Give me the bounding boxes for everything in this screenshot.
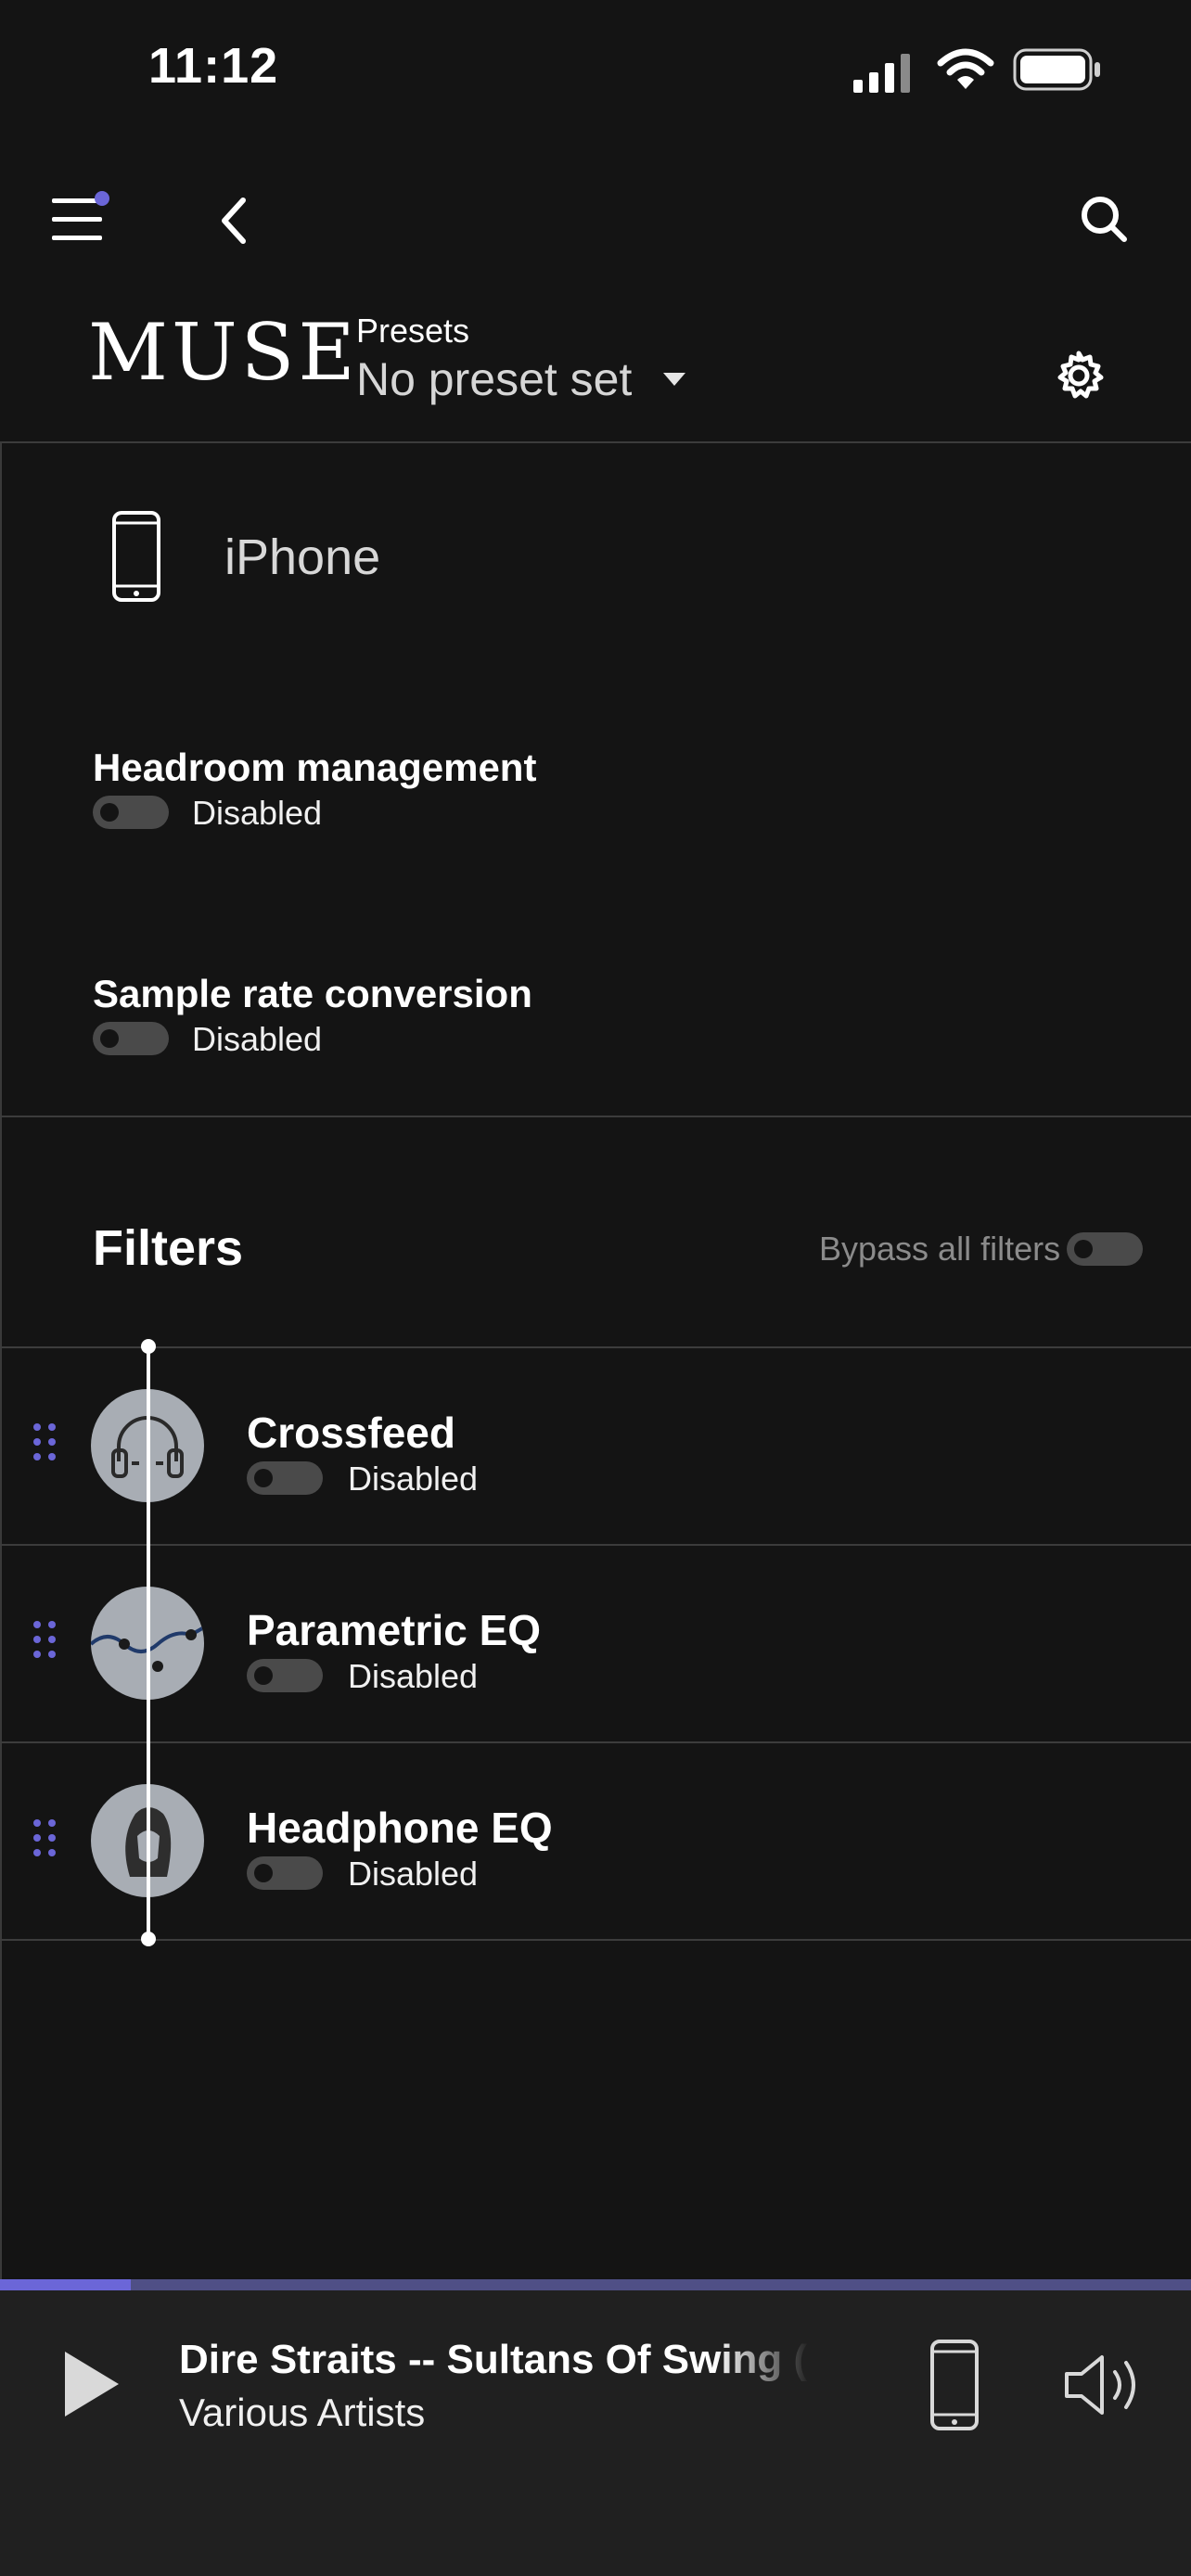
sample-rate-conversion-title: Sample rate conversion — [93, 972, 532, 1015]
wifi-icon — [937, 48, 994, 89]
playback-progress-track[interactable] — [0, 2279, 1191, 2290]
preset-dropdown[interactable]: No preset set — [356, 352, 686, 406]
content-left-border — [0, 441, 2, 2290]
parametric-eq-drag-handle-icon[interactable] — [33, 1621, 61, 1662]
headroom-management-title: Headroom management — [93, 746, 537, 789]
volume-icon[interactable] — [1063, 2352, 1150, 2418]
crossfeed-state: Disabled — [348, 1460, 479, 1498]
bypass-all-filters-label: Bypass all filters — [819, 1230, 1061, 1268]
bypass-all-filters-toggle[interactable] — [1067, 1232, 1143, 1266]
crossfeed-title: Crossfeed — [247, 1409, 455, 1457]
back-icon[interactable] — [215, 195, 252, 247]
settings-gear-icon[interactable] — [1052, 349, 1106, 402]
track-artist: Various Artists — [179, 2391, 426, 2434]
output-device-phone-icon[interactable] — [929, 2339, 980, 2431]
filters-divider — [0, 1346, 1191, 1348]
headphone-eq-drag-handle-icon[interactable] — [33, 1819, 61, 1860]
playback-progress-fill — [0, 2279, 132, 2290]
status-time: 11:12 — [148, 38, 279, 94]
parametric-eq-toggle[interactable] — [247, 1659, 323, 1692]
track-title[interactable]: Dire Straits -- Sultans Of Swing (O — [179, 2337, 810, 2383]
parametric-eq-title: Parametric EQ — [247, 1606, 542, 1654]
play-icon[interactable] — [61, 2348, 122, 2420]
header-divider — [0, 441, 1191, 443]
headphone-eq-state: Disabled — [348, 1855, 479, 1893]
signal-chain-start-dot — [141, 1339, 156, 1354]
filter-row-divider — [0, 1939, 1191, 1941]
cellular-signal-icon — [853, 54, 910, 93]
phone-device-icon — [112, 511, 160, 602]
settings-divider — [0, 1116, 1191, 1117]
headroom-management-toggle[interactable] — [93, 796, 169, 829]
signal-chain-end-dot — [141, 1932, 156, 1946]
signal-chain-line — [147, 1346, 150, 1938]
crossfeed-drag-handle-icon[interactable] — [33, 1423, 61, 1464]
headphone-eq-toggle[interactable] — [247, 1856, 323, 1890]
headroom-management-state: Disabled — [192, 794, 323, 832]
filter-row-divider — [0, 1544, 1191, 1546]
battery-icon — [1013, 48, 1100, 91]
presets-label: Presets — [356, 312, 470, 350]
sample-rate-conversion-state: Disabled — [192, 1020, 323, 1058]
filters-title: Filters — [93, 1220, 244, 1276]
device-name: iPhone — [224, 529, 381, 585]
headphone-eq-title: Headphone EQ — [247, 1804, 553, 1852]
filter-row-divider — [0, 1741, 1191, 1743]
crossfeed-toggle[interactable] — [247, 1461, 323, 1495]
search-icon[interactable] — [1078, 193, 1130, 245]
menu-icon[interactable] — [50, 191, 113, 245]
sample-rate-conversion-toggle[interactable] — [93, 1022, 169, 1055]
dropdown-caret-icon — [663, 373, 686, 386]
muse-logo: MUSE — [88, 307, 359, 398]
parametric-eq-state: Disabled — [348, 1657, 479, 1695]
preset-value: No preset set — [356, 353, 633, 405]
